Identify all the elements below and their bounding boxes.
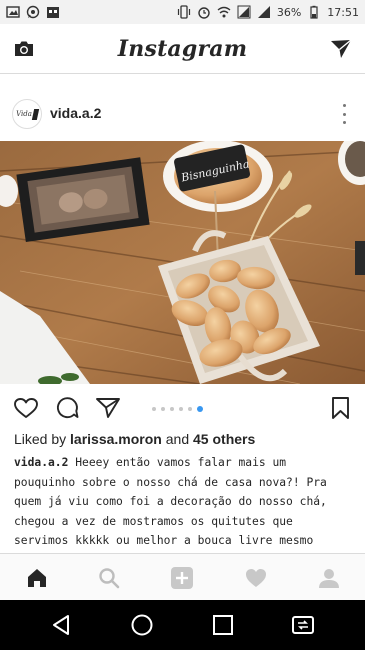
carousel-dot: [170, 407, 174, 411]
post-actions: [0, 390, 365, 426]
carousel-dot: [188, 407, 192, 411]
like-heart-icon[interactable]: [13, 396, 39, 420]
carousel-dot: [197, 406, 203, 412]
avatar[interactable]: Vida: [12, 99, 42, 129]
gallery-notification-icon: [6, 5, 20, 19]
app-header: Instagram: [0, 24, 365, 74]
carousel-dot: [152, 407, 156, 411]
avatar-label: Vida: [16, 110, 32, 118]
add-post-icon[interactable]: [170, 566, 194, 590]
share-icon[interactable]: [95, 396, 121, 420]
avatar-mark: [31, 108, 40, 120]
instagram-logo: Instagram: [117, 36, 248, 62]
post-username[interactable]: vida.a.2: [50, 105, 101, 121]
alarm-icon: [197, 5, 211, 19]
recents-icon[interactable]: [211, 613, 235, 637]
signal-icon-2: [257, 5, 271, 19]
bookmark-icon[interactable]: [328, 396, 354, 420]
whatsapp-notification-icon: [26, 5, 40, 19]
post-header: Vida vida.a.2: [0, 92, 365, 136]
bottom-nav: [0, 553, 365, 600]
wifi-icon: [217, 5, 231, 19]
likes-and: and: [161, 431, 194, 447]
home-icon[interactable]: [25, 566, 49, 590]
likes-prefix: Liked by: [14, 431, 71, 447]
direct-message-icon[interactable]: [329, 37, 353, 61]
activity-heart-icon[interactable]: [244, 566, 268, 590]
comment-icon[interactable]: [54, 396, 80, 420]
carousel-indicator: [152, 406, 203, 412]
carousel-dot: [161, 407, 165, 411]
post-photo[interactable]: Bisnaguinha: [0, 141, 365, 384]
likes-others-link[interactable]: 45 others: [193, 431, 255, 447]
back-icon[interactable]: [50, 613, 74, 637]
search-icon[interactable]: [97, 566, 121, 590]
more-options-icon[interactable]: [341, 104, 347, 124]
caption-author[interactable]: vida.a.2: [14, 456, 68, 469]
carousel-dot: [179, 407, 183, 411]
switch-app-icon[interactable]: [291, 613, 315, 637]
clock: 17:51: [327, 5, 359, 19]
status-bar: 36% 17:51: [0, 0, 365, 24]
profile-icon[interactable]: [317, 566, 341, 590]
likes-summary: Liked by larissa.moron and 45 others: [14, 431, 255, 447]
battery-percent: 36%: [276, 5, 302, 19]
signal-icon: [237, 5, 251, 19]
caption-text: Heeey então vamos falar mais um pouquinh…: [14, 456, 327, 567]
home-circle-icon[interactable]: [130, 613, 154, 637]
vibrate-icon: [177, 5, 191, 19]
system-nav-bar: [0, 600, 365, 650]
calendar-notification-icon: [46, 5, 60, 19]
battery-icon: [307, 5, 321, 19]
liker-username[interactable]: larissa.moron: [70, 431, 162, 447]
